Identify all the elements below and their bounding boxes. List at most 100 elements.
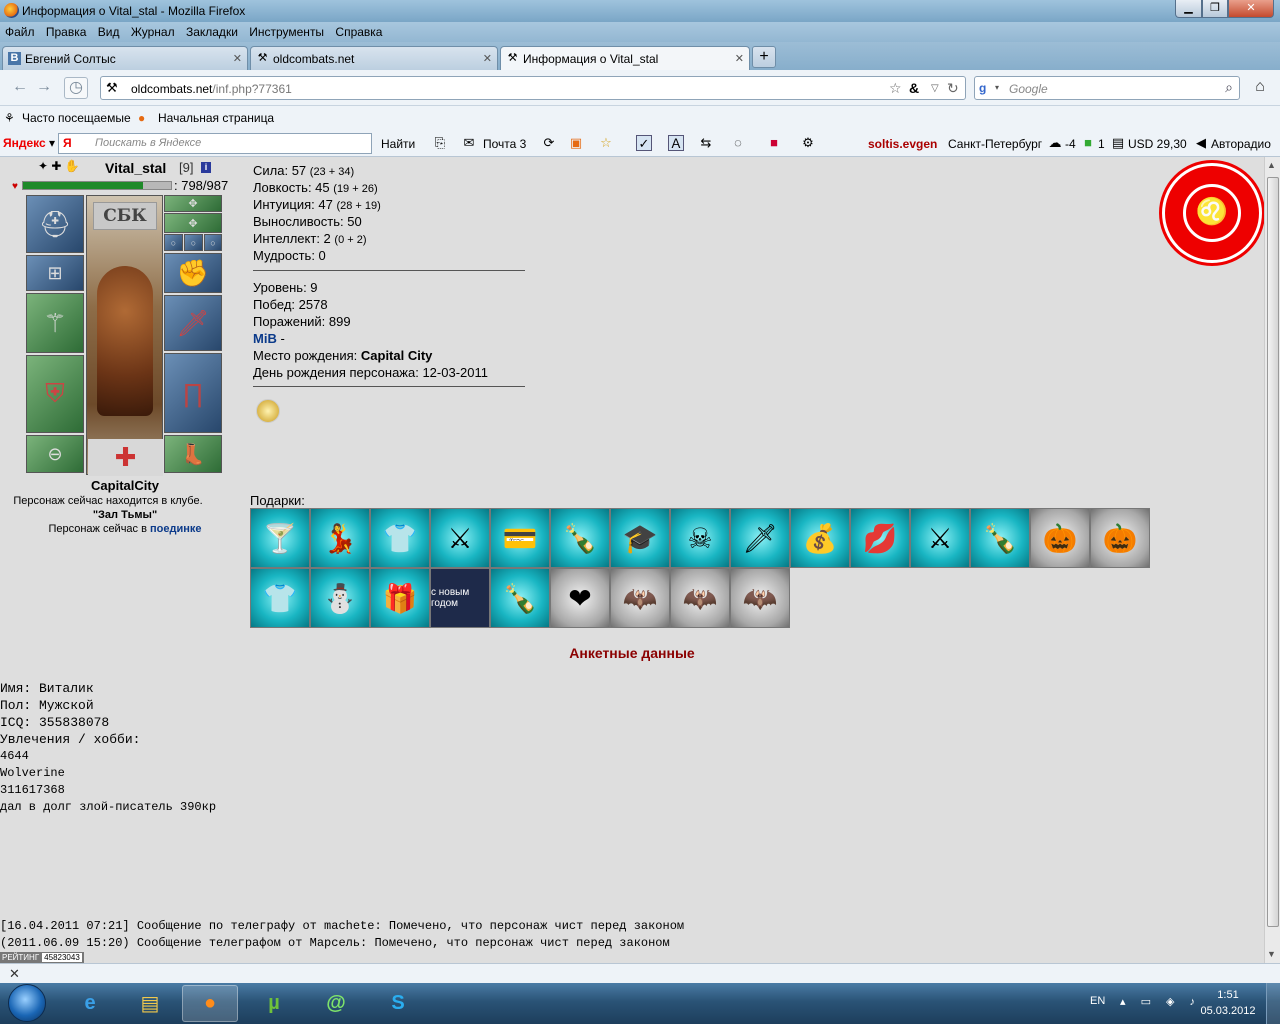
- start-button[interactable]: [2, 983, 54, 1024]
- boots-slot[interactable]: 👢: [164, 435, 222, 473]
- earring-slot[interactable]: ✥: [164, 213, 222, 233]
- yandex-find-button[interactable]: Найти: [381, 137, 415, 151]
- url-text[interactable]: oldcombats.net/inf.php?77361: [131, 82, 292, 96]
- utorrent-icon[interactable]: µ: [246, 985, 302, 1022]
- show-desktop-button[interactable]: [1266, 983, 1280, 1024]
- tab-info[interactable]: ⚒ Информация о Vital_stal ✕: [500, 46, 750, 70]
- guild-link[interactable]: MiB: [253, 331, 277, 346]
- scrollbar-thumb[interactable]: [1267, 177, 1279, 927]
- gear-icon[interactable]: ⚙: [800, 135, 816, 151]
- dictionary-icon[interactable]: ⇆: [698, 135, 714, 151]
- clock-time[interactable]: 1:51: [1198, 989, 1258, 1001]
- ring-slot-1[interactable]: ○: [164, 234, 183, 251]
- maximize-button[interactable]: ❐: [1202, 0, 1228, 18]
- yandex-mail[interactable]: Почта 3: [483, 137, 526, 151]
- tab-vk[interactable]: В Евгений Солтыс ✕: [2, 46, 248, 70]
- info-icon[interactable]: i: [201, 162, 211, 173]
- search-icon[interactable]: ⌕: [1225, 79, 1233, 96]
- gift-item[interactable]: 💳: [490, 508, 550, 568]
- gift-item[interactable]: 🎁: [370, 568, 430, 628]
- ring-slot-2[interactable]: ○: [184, 234, 203, 251]
- tray-icons[interactable]: ▴ ▭ ◈ ♪: [1120, 995, 1201, 1008]
- yandex-user[interactable]: soltis.evgen: [868, 137, 937, 151]
- skype-icon[interactable]: S: [370, 985, 426, 1022]
- google-icon[interactable]: g: [979, 81, 993, 95]
- yandex-search-input[interactable]: Я Поискать в Яндексе: [58, 133, 372, 154]
- tab-close-icon[interactable]: ✕: [483, 52, 492, 65]
- mail-icon[interactable]: ✉: [461, 135, 477, 151]
- chevron-down-icon[interactable]: ▽: [931, 83, 939, 94]
- tab-close-icon[interactable]: ✕: [735, 52, 744, 65]
- menu-edit[interactable]: Правка: [41, 22, 90, 39]
- close-button[interactable]: ✕: [1228, 0, 1274, 18]
- gift-item[interactable]: 🍾: [490, 568, 550, 628]
- back-button[interactable]: ←: [8, 77, 32, 99]
- star-icon[interactable]: ☆: [598, 135, 614, 151]
- folder-icon[interactable]: ▤: [122, 985, 178, 1022]
- gift-item[interactable]: ⚔: [430, 508, 490, 568]
- gift-item[interactable]: 👕: [250, 568, 310, 628]
- character-avatar[interactable]: СБК ✚: [86, 195, 163, 476]
- close-icon[interactable]: ✕: [9, 966, 20, 982]
- vertical-scrollbar[interactable]: ▲ ▼: [1264, 157, 1280, 963]
- gift-item[interactable]: 🦇: [670, 568, 730, 628]
- tab-oldcombats[interactable]: ⚒ oldcombats.net ✕: [250, 46, 498, 70]
- amulet-slot[interactable]: ✥: [164, 195, 222, 212]
- gift-item[interactable]: ❤: [550, 568, 610, 628]
- weather-temp[interactable]: -4: [1065, 137, 1076, 151]
- gift-item[interactable]: 🎃: [1090, 508, 1150, 568]
- spellcheck-icon[interactable]: ✓: [636, 135, 652, 151]
- clan-emblem[interactable]: СБК: [93, 202, 157, 230]
- weather-city[interactable]: Санкт-Петербург: [948, 137, 1042, 151]
- helmet-slot[interactable]: ⛑: [26, 195, 84, 253]
- ring-slot-3[interactable]: ○: [204, 234, 222, 251]
- gift-item[interactable]: 🎃: [1030, 508, 1090, 568]
- gift-item[interactable]: 🗡: [730, 508, 790, 568]
- gift-item[interactable]: ⚔: [910, 508, 970, 568]
- gift-item[interactable]: 🦇: [610, 568, 670, 628]
- menu-help[interactable]: Справка: [330, 22, 385, 39]
- gift-item[interactable]: 👕: [370, 508, 430, 568]
- menu-file[interactable]: Файл: [0, 22, 38, 39]
- second-weapon-slot[interactable]: 🗡: [164, 295, 222, 351]
- menu-tools[interactable]: Инструменты: [244, 22, 327, 39]
- weapon-slot[interactable]: ⚚: [26, 293, 84, 353]
- star-icon[interactable]: ☆: [889, 80, 902, 97]
- currency-usd[interactable]: USD 29,30: [1128, 137, 1187, 151]
- gift-item[interactable]: ⛄: [310, 568, 370, 628]
- history-icon[interactable]: ◷: [64, 77, 88, 99]
- mail-agent-icon[interactable]: @: [308, 985, 364, 1022]
- gift-item[interactable]: 💃: [310, 508, 370, 568]
- gift-item[interactable]: 💰: [790, 508, 850, 568]
- armor-slot[interactable]: ⛨: [26, 355, 84, 433]
- rating-counter[interactable]: РЕЙТИНГ 45823043: [0, 952, 84, 963]
- url-bar[interactable]: ⚒ oldcombats.net/inf.php?77361 ☆ & ▽ ↻: [100, 76, 966, 100]
- tab-close-icon[interactable]: ✕: [233, 52, 242, 65]
- gift-item[interactable]: 🍾: [550, 508, 610, 568]
- folder-icon[interactable]: ▣: [568, 135, 584, 151]
- ampersand-icon[interactable]: &: [909, 80, 919, 96]
- internet-explorer-icon[interactable]: e: [62, 985, 118, 1022]
- gift-item[interactable]: 🍾: [970, 508, 1030, 568]
- radio-autoradio[interactable]: Авторадио: [1211, 137, 1271, 151]
- new-tab-button[interactable]: +: [752, 46, 776, 68]
- minimize-button[interactable]: ▁: [1175, 0, 1202, 18]
- medal-icon[interactable]: [256, 399, 280, 423]
- search-bar[interactable]: g ▾ Google ⌕: [974, 76, 1240, 100]
- gift-item[interactable]: ☠: [670, 508, 730, 568]
- belt-slot[interactable]: ⊖: [26, 435, 84, 473]
- clock-date[interactable]: 05.03.2012: [1198, 1005, 1258, 1017]
- chevron-down-icon[interactable]: ▾: [995, 83, 999, 92]
- home-icon[interactable]: ⌂: [1248, 78, 1272, 100]
- scroll-down-icon[interactable]: ▼: [1267, 949, 1276, 959]
- menu-view[interactable]: Вид: [93, 22, 123, 39]
- translate-icon[interactable]: ⎘: [432, 135, 448, 151]
- gift-item[interactable]: 🎓: [610, 508, 670, 568]
- battle-link[interactable]: поединке: [150, 523, 202, 535]
- refresh-icon[interactable]: ⟳: [541, 135, 557, 151]
- gift-item[interactable]: 💋: [850, 508, 910, 568]
- app-icon[interactable]: ■: [766, 135, 782, 151]
- gift-item[interactable]: с новым годом: [430, 568, 490, 628]
- clan-logo[interactable]: ♌: [1162, 163, 1262, 263]
- legs-slot[interactable]: ∏: [164, 353, 222, 433]
